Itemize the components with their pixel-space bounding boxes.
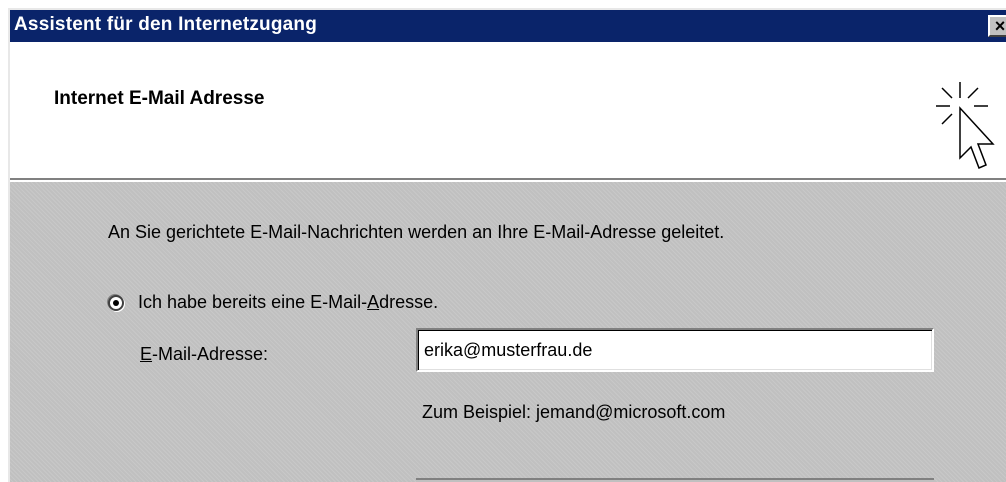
radio-existing-address[interactable]: Ich habe bereits eine E-Mail-Adresse.: [108, 292, 438, 313]
wizard-body: An Sie gerichtete E-Mail-Nachrichten wer…: [10, 182, 1006, 482]
next-field-edge: [416, 478, 934, 482]
wizard-cursor-icon: [936, 82, 995, 169]
example-text: Zum Beispiel: jemand@microsoft.com: [422, 402, 726, 422]
page-title: Internet E-Mail Adresse: [54, 88, 265, 109]
radio-label: Ich habe bereits eine E-Mail-Adresse.: [138, 292, 439, 312]
screen-margin: [0, 0, 8, 482]
close-button[interactable]: ×: [988, 15, 1006, 37]
wizard-dialog: Assistent für den Internetzugang × Inter…: [8, 8, 1006, 482]
close-icon: ×: [994, 16, 1006, 36]
email-field[interactable]: [416, 328, 934, 372]
wizard-header: Internet E-Mail Adresse: [10, 42, 1006, 182]
window-title: Assistent für den Internetzugang: [14, 14, 318, 35]
title-bar[interactable]: Assistent für den Internetzugang ×: [10, 10, 1006, 42]
description-text: An Sie gerichtete E-Mail-Nachrichten wer…: [108, 222, 725, 242]
email-field-label: E-Mail-Adresse:: [140, 344, 269, 364]
radio-button-checked[interactable]: [108, 294, 124, 311]
